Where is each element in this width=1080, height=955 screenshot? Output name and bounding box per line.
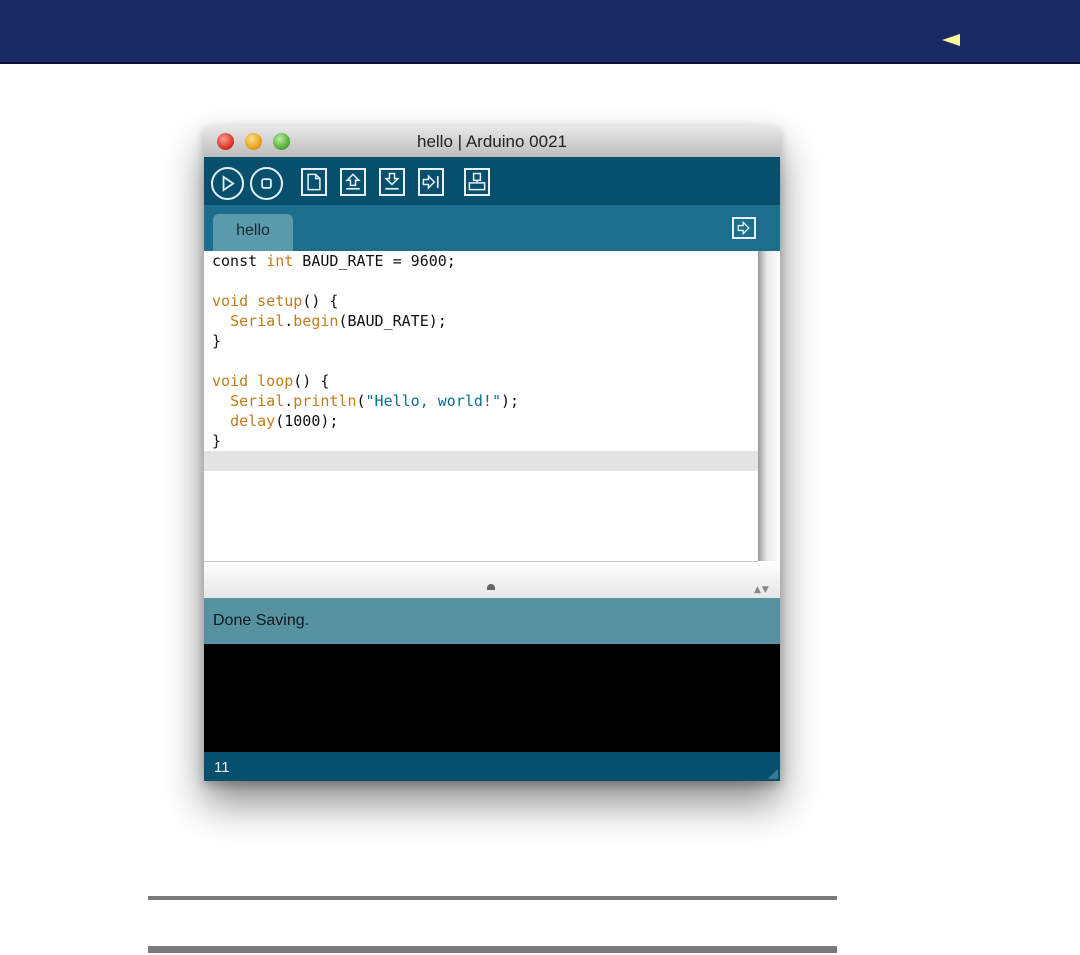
- back-arrow-icon[interactable]: [942, 34, 960, 46]
- code-line-8: Serial.println("Hello, world!");: [230, 392, 520, 410]
- upload-button[interactable]: [418, 168, 444, 196]
- stop-button[interactable]: [250, 167, 283, 200]
- code-line-7: void loop() {: [212, 372, 330, 390]
- code-line-3: void setup() {: [212, 292, 339, 310]
- window-titlebar[interactable]: hello | Arduino 0021: [204, 126, 780, 158]
- new-button[interactable]: [301, 168, 327, 196]
- save-arrow-down-icon: [384, 172, 400, 190]
- code-line-5: }: [212, 332, 222, 350]
- tab-bar: hello: [204, 205, 780, 251]
- new-file-icon: [307, 173, 321, 191]
- code-line-4: Serial.begin(BAUD_RATE);: [230, 312, 447, 330]
- tab-label: hello: [236, 222, 270, 239]
- stop-icon: [261, 178, 272, 189]
- divider-handle-icon[interactable]: [487, 584, 495, 590]
- toolbar: [204, 157, 780, 205]
- horizontal-rule: [148, 896, 837, 900]
- current-line-highlight: [204, 451, 758, 471]
- footer-bar: 11: [204, 752, 780, 781]
- status-message: Done Saving.: [213, 612, 310, 629]
- code-line-1: const int BAUD_RATE = 9600;: [212, 252, 456, 270]
- page-header-bar: [0, 0, 1080, 64]
- code-editor[interactable]: const int BAUD_RATE = 9600; void setup()…: [204, 251, 758, 562]
- arduino-window: hello | Arduino 0021 hello const int BAU…: [204, 126, 780, 781]
- window-title: hello | Arduino 0021: [417, 132, 567, 151]
- serial-monitor-button[interactable]: [464, 168, 490, 196]
- status-bar: Done Saving.: [204, 598, 780, 644]
- horizontal-rule-bottom: [148, 946, 837, 953]
- scroll-arrows-icon[interactable]: ▲▼: [754, 585, 770, 595]
- line-number: 11: [214, 759, 230, 776]
- upload-arrow-right-icon: [422, 174, 439, 190]
- open-arrow-up-icon: [345, 173, 361, 190]
- save-button[interactable]: [379, 168, 405, 196]
- code-line-10: }: [212, 432, 222, 450]
- pane-divider[interactable]: ▲▼: [204, 562, 780, 598]
- resize-grip-icon[interactable]: [768, 769, 778, 779]
- console-output[interactable]: [204, 644, 780, 752]
- code-line-9: delay(1000);: [230, 412, 339, 430]
- serial-monitor-icon: [468, 172, 486, 191]
- verify-button[interactable]: [211, 167, 244, 200]
- play-icon: [222, 175, 235, 192]
- tab-hello[interactable]: hello: [213, 214, 293, 251]
- tab-menu-button[interactable]: [732, 217, 756, 239]
- tab-menu-arrow-icon: [737, 220, 750, 236]
- open-button[interactable]: [340, 168, 366, 196]
- editor-scrollbar[interactable]: [758, 251, 780, 561]
